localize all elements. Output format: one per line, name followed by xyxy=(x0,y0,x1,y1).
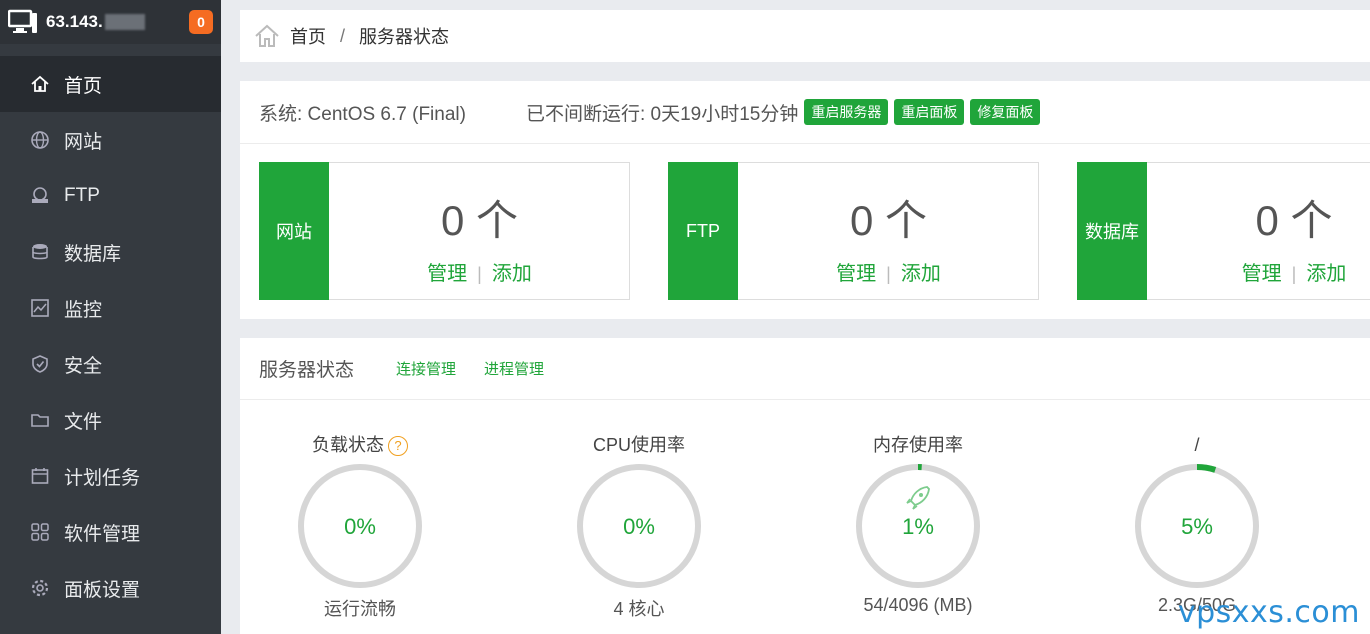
system-info-row: 系统: CentOS 6.7 (Final) 已不间断运行: 0天19小时15分… xyxy=(240,81,1370,144)
gauge-value: 0% xyxy=(623,514,655,539)
server-status-panel: 服务器状态 连接管理 进程管理 负载状态? 0% 运行流畅 CPU使用率 0% … xyxy=(240,338,1370,634)
sidebar-item-cron[interactable]: 计划任务 xyxy=(0,448,221,504)
home-icon xyxy=(30,74,50,94)
sidebar-item-ftp[interactable]: FTP xyxy=(0,168,221,224)
load-gauge[interactable]: 负载状态? 0% 运行流畅 xyxy=(240,433,480,621)
process-manage-link[interactable]: 进程管理 xyxy=(484,358,544,379)
breadcrumb-home[interactable]: 首页 xyxy=(290,23,326,49)
connection-manage-link[interactable]: 连接管理 xyxy=(396,358,456,379)
add-link[interactable]: 添加 xyxy=(901,263,941,285)
gauge-subtitle: 4 核心 xyxy=(613,599,665,619)
card-links: 管理 | 添加 xyxy=(1148,257,1370,286)
gauge-ring: 0% xyxy=(298,464,422,588)
database-card: 数据库 0 个 管理 | 添加 xyxy=(1077,162,1370,300)
database-icon xyxy=(30,242,50,262)
card-links: 管理 | 添加 xyxy=(330,257,629,286)
sidebar-item-label: 数据库 xyxy=(64,243,122,265)
sidebar-item-label: 安全 xyxy=(64,355,103,377)
monitor-icon xyxy=(7,9,38,35)
card-tag: 数据库 xyxy=(1077,162,1147,300)
gear-icon xyxy=(30,578,50,598)
sidebar-item-label: 计划任务 xyxy=(64,467,141,489)
status-title: 服务器状态 xyxy=(259,360,355,381)
apps-grid-icon xyxy=(30,522,50,542)
uptime-info: 已不间断运行: 0天19小时15分钟 xyxy=(525,103,799,125)
breadcrumb: 首页 / 服务器状态 xyxy=(240,10,1370,62)
folder-icon xyxy=(30,410,50,430)
repair-panel-button[interactable]: 修复面板 xyxy=(970,99,1041,125)
card-count: 0 个 xyxy=(1255,197,1333,244)
memory-gauge[interactable]: 内存使用率 1% 54/4096 (MB) xyxy=(798,433,1038,616)
sidebar-item-monitor[interactable]: 监控 xyxy=(0,280,221,336)
status-header: 服务器状态 连接管理 进程管理 xyxy=(240,338,1370,400)
gauge-title: 内存使用率 xyxy=(873,435,963,455)
sidebar-item-software[interactable]: 软件管理 xyxy=(0,504,221,560)
gauge-value: 5% xyxy=(1181,514,1213,539)
globe-icon xyxy=(30,130,50,150)
link-separator: | xyxy=(1291,264,1297,284)
gauge-subtitle: 54/4096 (MB) xyxy=(863,595,973,615)
restart-server-button[interactable]: 重启服务器 xyxy=(804,99,889,125)
help-icon[interactable]: ? xyxy=(388,436,408,457)
gauge-title-text: 负载状态 xyxy=(312,435,384,455)
notification-badge[interactable]: 0 xyxy=(189,10,213,34)
sidebar-item-label: 软件管理 xyxy=(64,523,141,545)
card-tag: FTP xyxy=(668,162,738,300)
sidebar-item-database[interactable]: 数据库 xyxy=(0,224,221,280)
add-link[interactable]: 添加 xyxy=(1306,263,1346,285)
breadcrumb-separator: / xyxy=(340,25,346,46)
gauge-subtitle: 运行流畅 xyxy=(324,599,396,619)
sidebar-item-label: 监控 xyxy=(64,299,103,321)
disk-gauge[interactable]: / 5% 2.3G/50G xyxy=(1077,433,1317,616)
sidebar-item-settings[interactable]: 面板设置 xyxy=(0,560,221,616)
card-count: 0 个 xyxy=(849,197,928,244)
ftp-card: FTP 0 个 管理 | 添加 xyxy=(668,162,1039,300)
sidebar-item-label: 面板设置 xyxy=(64,579,141,601)
ftp-icon xyxy=(30,186,50,206)
watermark: vpsxxs.com xyxy=(1177,595,1360,630)
calendar-icon xyxy=(30,466,50,486)
sidebar-item-website[interactable]: 网站 xyxy=(0,112,221,168)
rocket-icon[interactable] xyxy=(906,486,930,510)
sidebar-item-label: FTP xyxy=(64,185,100,206)
sidebar-item-files[interactable]: 文件 xyxy=(0,392,221,448)
gauge-title: / xyxy=(1194,435,1200,455)
sidebar: 63.143. 0 首页 网站 FTP 数据库 监控 安全 文件 计划任务 软件… xyxy=(0,0,221,634)
server-header: 63.143. 0 xyxy=(0,0,221,44)
website-card: 网站 0 个 管理 | 添加 xyxy=(259,162,630,300)
link-separator: | xyxy=(886,264,891,284)
server-ip: 63.143. xyxy=(46,12,103,31)
gauge-ring: 5% xyxy=(1135,464,1259,588)
sidebar-item-home[interactable]: 首页 xyxy=(0,56,221,112)
breadcrumb-current: 服务器状态 xyxy=(359,27,450,47)
gauge-ring: 0% xyxy=(577,464,701,588)
sidebar-item-label: 网站 xyxy=(64,131,103,153)
gauge-title: CPU使用率 xyxy=(592,435,685,455)
card-links: 管理 | 添加 xyxy=(739,257,1038,286)
link-separator: | xyxy=(477,264,482,284)
restart-panel-button[interactable]: 重启面板 xyxy=(894,99,965,125)
add-link[interactable]: 添加 xyxy=(492,263,532,285)
os-info: 系统: CentOS 6.7 (Final) xyxy=(259,103,466,125)
card-count: 0 个 xyxy=(440,197,519,244)
cpu-gauge[interactable]: CPU使用率 0% 4 核心 xyxy=(519,433,759,621)
sidebar-item-label: 文件 xyxy=(64,411,103,433)
card-tag: 网站 xyxy=(259,162,329,300)
home-icon[interactable] xyxy=(254,23,280,49)
sidebar-item-label: 首页 xyxy=(64,75,103,97)
gauge-title: 负载状态? xyxy=(240,433,480,457)
manage-link[interactable]: 管理 xyxy=(1242,263,1282,285)
sidebar-item-security[interactable]: 安全 xyxy=(0,336,221,392)
manage-link[interactable]: 管理 xyxy=(427,263,467,285)
summary-cards: 网站 0 个 管理 | 添加 FTP 0 个 管理 | 添加 数据库 0 个 管理 | 添加 xyxy=(259,162,1370,300)
shield-icon xyxy=(30,354,50,374)
gauge-value: 0% xyxy=(344,514,376,539)
sidebar-nav: 首页 网站 FTP 数据库 监控 安全 文件 计划任务 软件管理 面板设置 xyxy=(0,56,221,616)
manage-link[interactable]: 管理 xyxy=(836,263,876,285)
gauge-value: 1% xyxy=(902,514,934,539)
gauge-ring: 1% xyxy=(856,464,980,588)
system-overview: 系统: CentOS 6.7 (Final) 已不间断运行: 0天19小时15分… xyxy=(240,81,1370,319)
redacted-ip xyxy=(104,14,145,30)
monitor-chart-icon xyxy=(30,298,50,318)
